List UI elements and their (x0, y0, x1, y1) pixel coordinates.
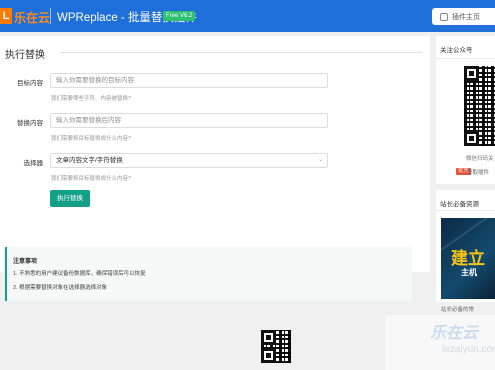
selector-label: 选择器 (23, 160, 44, 167)
banner-headline: 建立 (451, 249, 485, 268)
watermark-url: lezaiyun.com (442, 344, 495, 355)
selector-hint: 我们需要将目标替换成什么内容? (51, 176, 132, 182)
qr-code-icon (464, 66, 495, 146)
watermark: 乐在云 lezaiyun.com (385, 315, 495, 370)
chevron-down-icon: ⌄ (318, 157, 324, 163)
card-divider (436, 210, 495, 211)
qr-caption: 微信扫码关 (466, 156, 494, 162)
target-hint: 我们需要哪些字符、内容被替换? (51, 96, 132, 102)
watermark-brand: 乐在云 (430, 325, 479, 342)
top-bar: L 乐在云 WPReplace - 批量替换插件 Free V6.2 插件主页 (0, 0, 495, 32)
version-badge: Free V6.2 (163, 11, 196, 21)
banner-caption: 站长必备的常 (441, 307, 475, 313)
notice-item: 2. 根据需要替换对象在选择器选择对象 (13, 285, 108, 291)
card-divider (436, 58, 495, 59)
selector-select[interactable]: 文章内容文字/字符替换 (50, 153, 328, 168)
section-divider (60, 52, 422, 53)
plugin-home-button[interactable]: 插件主页 (432, 8, 495, 25)
banner-subtitle: 主机 (461, 268, 477, 277)
tips-title: 站长必备资源 (440, 201, 479, 208)
target-label: 目标内容 (17, 80, 43, 87)
run-replace-button[interactable]: 执行替换 (50, 190, 90, 207)
follow-card: 关注公众号 微信扫码关 优先 获取插件 (436, 36, 495, 184)
promo-banner[interactable]: 建立 主机 (441, 218, 495, 299)
plugin-home-label: 插件主页 (452, 13, 480, 21)
target-input[interactable]: 输入你需要替换的目标内容 (50, 73, 328, 88)
section-title: 执行替换 (5, 50, 45, 61)
follow-title: 关注公众号 (440, 47, 473, 54)
brand-logo-icon: L (0, 8, 12, 24)
notice-item: 1. 不熟悉的用户建议备份数据库，确保错误后可以恢复 (13, 271, 146, 277)
header-divider (50, 8, 51, 24)
qr-note: 获取插件 (467, 170, 490, 176)
home-icon (440, 12, 448, 21)
notice-box: 注意事项 1. 不熟悉的用户建议备份数据库，确保错误后可以恢复 2. 根据需要替… (5, 247, 412, 301)
replace-input[interactable]: 输入你需要替换后内容 (50, 113, 328, 128)
replace-label: 替换内容 (17, 120, 43, 127)
main-panel: 执行替换 目标内容 输入你需要替换的目标内容 我们需要哪些字符、内容被替换? 替… (0, 36, 430, 301)
replace-hint: 我们需要将目标替换成什么内容? (51, 136, 132, 142)
brand-name[interactable]: 乐在云 (14, 9, 50, 26)
notice-title: 注意事项 (13, 259, 38, 265)
footer-qr-code-icon (261, 330, 291, 363)
